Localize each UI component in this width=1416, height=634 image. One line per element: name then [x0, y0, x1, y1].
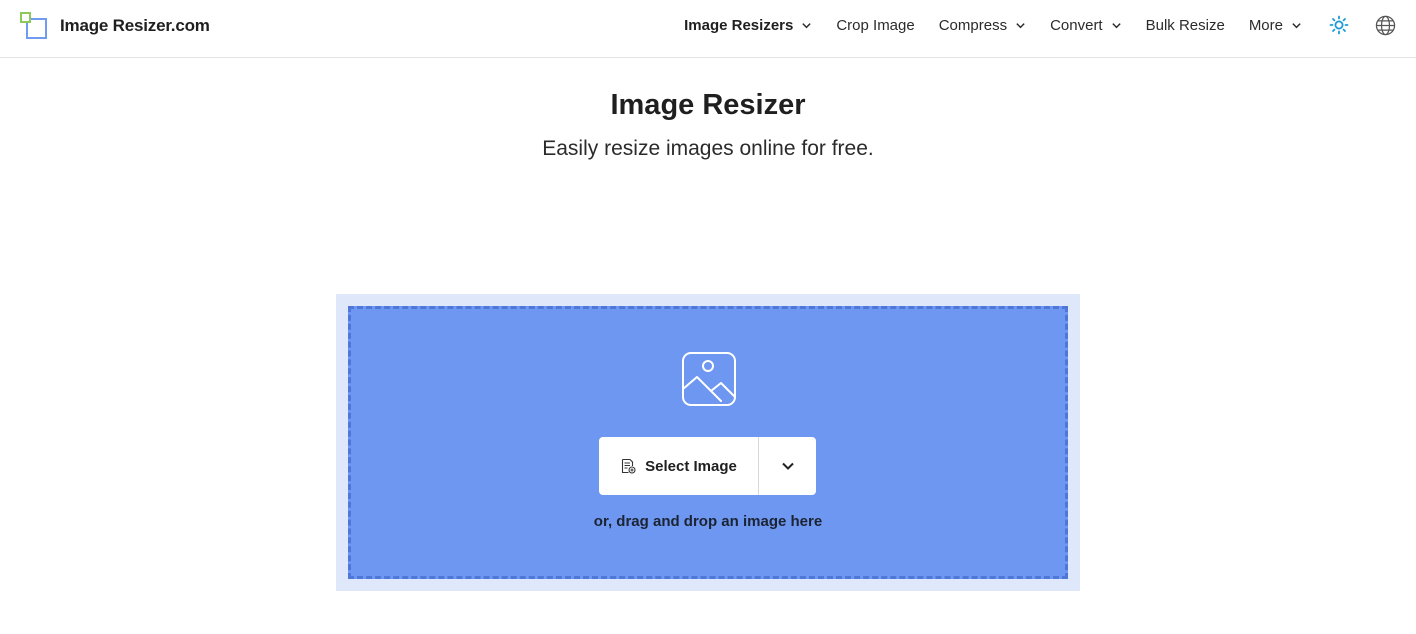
theme-toggle-button[interactable] — [1328, 14, 1350, 36]
file-add-icon — [622, 458, 636, 474]
nav-item-label: Bulk Resize — [1145, 16, 1225, 34]
nav-item-bulk-resize[interactable]: Bulk Resize — [1146, 17, 1225, 34]
select-source-dropdown[interactable] — [759, 437, 816, 495]
nav-item-label: Image Resizers — [684, 16, 794, 34]
brand-name: Image Resizer.com — [60, 16, 210, 35]
drop-zone[interactable]: Select Image or, drag and drop an image … — [348, 306, 1068, 579]
nav-item-image-resizers[interactable]: Image Resizers — [684, 17, 812, 34]
main-nav: Image Resizers Crop Image Compress Conve… — [660, 0, 1416, 50]
nav-item-label: More — [1248, 16, 1283, 34]
select-image-button[interactable]: Select Image — [599, 437, 759, 495]
brand-logo[interactable]: Image Resizer.com — [20, 12, 210, 40]
chevron-down-icon — [802, 22, 812, 28]
chevron-down-icon — [1292, 22, 1301, 28]
nav-item-convert[interactable]: Convert — [1050, 17, 1122, 34]
image-placeholder-icon — [682, 352, 736, 406]
upload-panel: Select Image or, drag and drop an image … — [336, 294, 1080, 591]
nav-item-compress[interactable]: Compress — [939, 17, 1026, 34]
nav-item-crop-image[interactable]: Crop Image — [836, 17, 914, 34]
sun-icon — [1329, 15, 1349, 35]
language-button[interactable] — [1374, 14, 1396, 36]
chevron-down-icon — [1016, 22, 1025, 28]
drag-drop-hint: or, drag and drop an image here — [593, 513, 823, 530]
select-image-label: Select Image — [645, 457, 737, 475]
nav-item-label: Compress — [938, 16, 1008, 34]
select-image-group: Select Image — [599, 437, 816, 495]
globe-icon — [1375, 15, 1395, 35]
page-title: Image Resizer — [610, 89, 806, 121]
site-header: Image Resizer.com Image Resizers Crop Im… — [0, 0, 1416, 58]
nav-item-label: Crop Image — [836, 16, 915, 34]
chevron-down-icon — [781, 462, 794, 470]
logo-mark-icon — [20, 12, 48, 40]
page-subtitle: Easily resize images online for free. — [542, 137, 874, 160]
chevron-down-icon — [1111, 22, 1121, 28]
nav-item-label: Convert — [1050, 16, 1103, 34]
nav-item-more[interactable]: More — [1249, 17, 1302, 34]
